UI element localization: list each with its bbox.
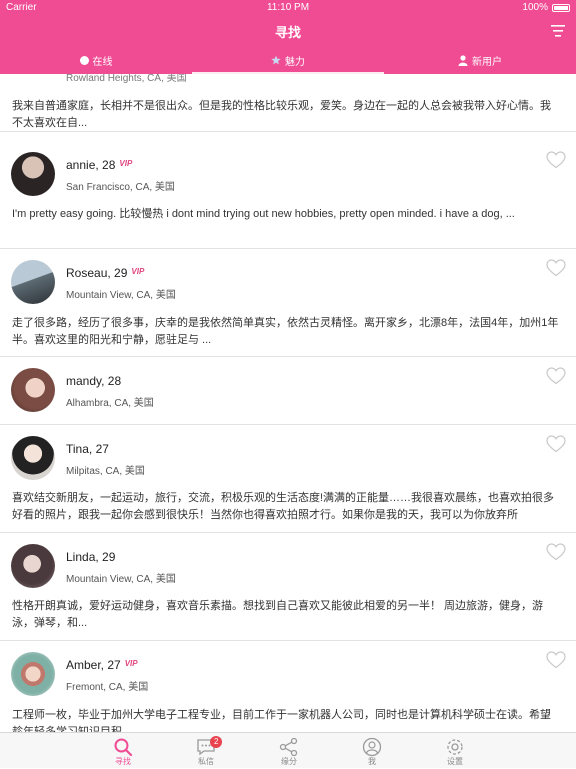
battery-percent: 100%: [522, 2, 548, 13]
vip-badge: VIP: [131, 267, 145, 276]
bio-text: 我来自普通家庭，长相并不是很出众。但是我的性格比较乐观，爱笑。身边在一起的人总会…: [12, 100, 551, 129]
tab-label: 新用户: [472, 56, 502, 68]
heart-icon[interactable]: [546, 543, 566, 561]
profile-name: annie, 28 VIP: [66, 158, 133, 172]
profile-name: mandy, 28: [66, 374, 122, 388]
avatar[interactable]: [11, 368, 55, 412]
share-icon: [279, 737, 298, 757]
location-label: San Francisco, CA, 美国: [66, 182, 175, 193]
dot-icon: [79, 55, 89, 65]
location-label: Mountain View, CA, 美国: [66, 574, 176, 585]
tabbar-item-search[interactable]: 寻找: [83, 733, 163, 769]
avatar[interactable]: [11, 436, 55, 480]
star-icon: [271, 55, 281, 65]
profile-card[interactable]: Roseau, 29 VIP Mountain View, CA, 美国 走了很多…: [0, 248, 576, 357]
profile-name: Tina, 27: [66, 442, 109, 456]
avatar[interactable]: [11, 544, 55, 588]
avatar[interactable]: [11, 152, 55, 196]
page-title: 寻找: [274, 25, 301, 40]
tab-new-users[interactable]: 新用户: [384, 46, 576, 74]
location-label: Rowland Heights, CA, 美国: [66, 74, 187, 84]
tab-label: 魅力: [285, 56, 305, 68]
nav-bar: 寻找: [0, 16, 576, 46]
profile-name: Amber, 27 VIP: [66, 658, 138, 672]
bio-text: 喜欢结交新朋友，一起运动，旅行，交流，积极乐观的生活态度!满满的正能量……我很喜…: [12, 492, 555, 521]
segment-tabs: 在线 魅力 新用户: [0, 46, 576, 74]
tabbar-item-settings[interactable]: 设置: [415, 733, 495, 769]
vip-badge: VIP: [124, 659, 138, 668]
profile-name: Roseau, 29 VIP: [66, 266, 145, 280]
heart-icon[interactable]: [546, 259, 566, 277]
profile-card[interactable]: Amber, 27 VIP Fremont, CA, 美国 工程师一枚，毕业于加州…: [0, 640, 576, 732]
location-label: Alhambra, CA, 美国: [66, 398, 154, 409]
tabbar-label: 私信: [198, 757, 214, 766]
profile-name: Linda, 29: [66, 550, 116, 564]
profile-card[interactable]: Rowland Heights, CA, 美国 我来自普通家庭，长相并不是很出众…: [0, 74, 576, 132]
profile-card[interactable]: Tina, 27 Milpitas, CA, 美国 喜欢结交新朋友，一起运动，旅…: [0, 424, 576, 533]
profile-list[interactable]: Rowland Heights, CA, 美国 我来自普通家庭，长相并不是很出众…: [0, 74, 576, 732]
heart-icon[interactable]: [546, 367, 566, 385]
bio-text: 工程师一枚，毕业于加州大学电子工程专业，目前工作于一家机器人公司，同时也是计算机…: [12, 709, 551, 732]
status-bar: Carrier 11:10 PM 100%: [0, 0, 576, 16]
location-label: Mountain View, CA, 美国: [66, 290, 176, 301]
profile-icon: [362, 737, 382, 757]
tabbar-item-me[interactable]: 我: [332, 733, 412, 769]
tab-online[interactable]: 在线: [0, 46, 192, 74]
heart-icon[interactable]: [546, 435, 566, 453]
avatar[interactable]: [11, 260, 55, 304]
heart-icon[interactable]: [546, 151, 566, 169]
tab-charm[interactable]: 魅力: [192, 46, 384, 74]
profile-card[interactable]: Linda, 29 Mountain View, CA, 美国 性格开朗真诚，爱…: [0, 532, 576, 641]
profile-card[interactable]: mandy, 28 Alhambra, CA, 美国: [0, 356, 576, 425]
tabbar-item-match[interactable]: 缘分: [249, 733, 329, 769]
profile-card[interactable]: annie, 28 VIP San Francisco, CA, 美国 I'm p…: [0, 131, 576, 249]
heart-icon[interactable]: [546, 651, 566, 669]
tabbar-label: 我: [368, 757, 376, 766]
tab-label: 在线: [92, 56, 113, 68]
tabbar-item-messages[interactable]: 2 私信: [166, 733, 246, 769]
tabbar-label: 缘分: [281, 757, 297, 766]
bio-text: 性格开朗真诚，爱好运动健身，喜欢音乐素描。想找到自己喜欢又能彼此相爱的另一半！ …: [12, 600, 544, 629]
battery-icon: [552, 4, 570, 12]
location-label: Milpitas, CA, 美国: [66, 466, 145, 477]
filter-icon[interactable]: [550, 24, 566, 38]
bottom-tab-bar: 寻找 2 私信 缘分 我 设置: [0, 732, 576, 768]
gear-icon: [447, 739, 463, 755]
clock: 11:10 PM: [266, 2, 310, 13]
avatar[interactable]: [11, 652, 55, 696]
bio-text: 走了很多路，经历了很多事，庆幸的是我依然简单真实，依然古灵精怪。离开家乡，北漂8…: [12, 317, 559, 346]
search-icon: [114, 738, 133, 757]
vip-badge: VIP: [119, 159, 133, 168]
tabbar-label: 设置: [447, 757, 463, 766]
unread-badge: 2: [210, 736, 223, 748]
location-label: Fremont, CA, 美国: [66, 682, 149, 693]
person-icon: [458, 54, 468, 66]
bio-text: I'm pretty easy going. 比较慢热 i dont mind …: [12, 208, 515, 220]
tabbar-label: 寻找: [115, 757, 131, 766]
